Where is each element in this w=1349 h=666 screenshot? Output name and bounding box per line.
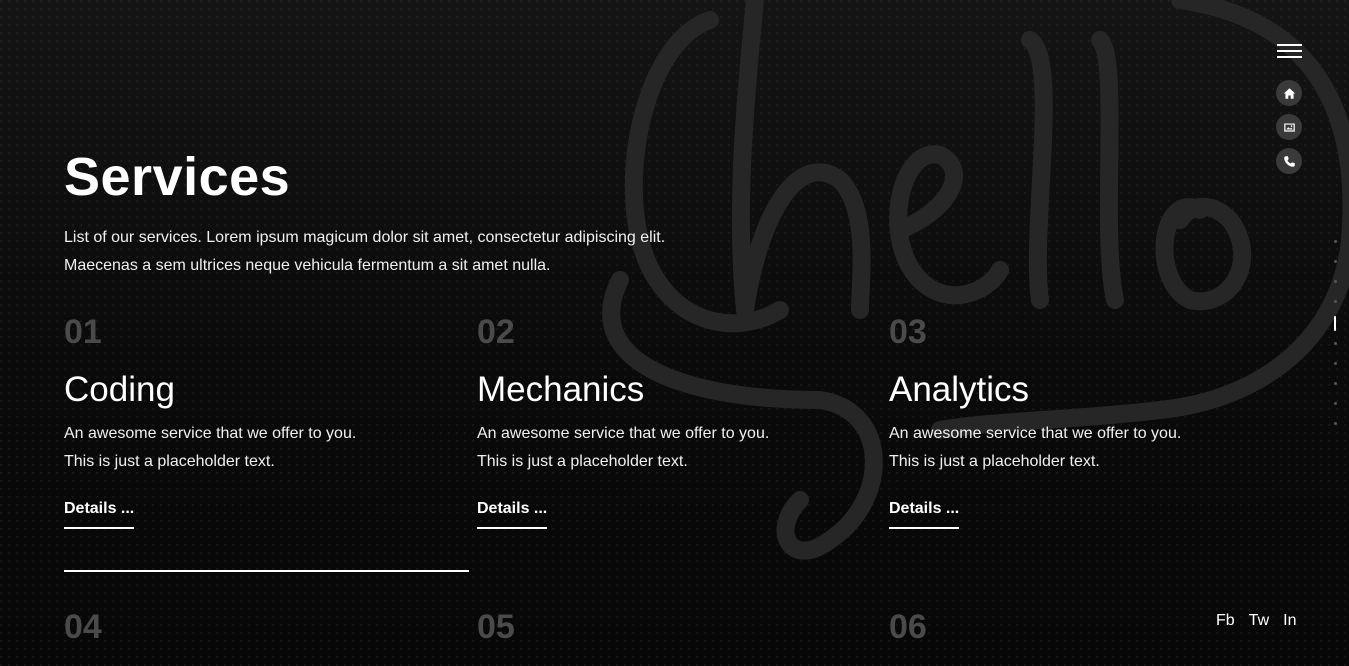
details-link-mechanics[interactable]: Details ... [477, 500, 548, 529]
service-number: 03 [889, 313, 927, 351]
service-number: 02 [477, 313, 515, 351]
section-divider [64, 570, 469, 572]
section-dot[interactable] [1334, 342, 1337, 345]
section-dot[interactable] [1334, 300, 1337, 303]
service-name: Coding [64, 370, 175, 409]
service-description-line: An awesome service that we offer to you. [64, 425, 357, 442]
service-description: An awesome service that we offer to you.… [64, 420, 464, 476]
section-dot[interactable] [1334, 260, 1337, 263]
section-dot[interactable] [1334, 280, 1337, 283]
service-name: Analytics [889, 370, 1030, 409]
facebook-link[interactable]: Fb [1216, 612, 1235, 630]
details-link-coding[interactable]: Details ... [64, 500, 135, 529]
section-dot[interactable] [1334, 382, 1337, 385]
service-description-line: This is just a placeholder text. [477, 453, 688, 470]
details-link-analytics[interactable]: Details ... [889, 500, 960, 529]
gallery-icon[interactable] [1276, 114, 1302, 140]
social-links: Fb Tw In [1216, 612, 1296, 630]
menu-line [1277, 56, 1302, 58]
home-icon[interactable] [1276, 80, 1302, 106]
service-description: An awesome service that we offer to you.… [889, 420, 1289, 476]
service-card-05: 05 [477, 607, 877, 647]
service-number: 04 [64, 608, 102, 646]
menu-line [1277, 44, 1302, 46]
service-card-mechanics: 02 Mechanics An awesome service that we … [477, 312, 877, 529]
services-page: Services List of our services. Lorem ips… [0, 0, 1349, 666]
service-description-line: An awesome service that we offer to you. [477, 425, 770, 442]
service-description: An awesome service that we offer to you.… [477, 420, 877, 476]
section-dot[interactable] [1334, 422, 1337, 425]
page-title: Services [64, 147, 291, 207]
service-number: 05 [477, 608, 515, 646]
service-number: 01 [64, 313, 102, 351]
service-card-04: 04 [64, 607, 464, 647]
service-description-line: This is just a placeholder text. [64, 453, 275, 470]
service-description-line: This is just a placeholder text. [889, 453, 1100, 470]
phone-icon[interactable] [1276, 148, 1302, 174]
linkedin-link[interactable]: In [1283, 612, 1296, 630]
service-description-line: An awesome service that we offer to you. [889, 425, 1182, 442]
section-dot[interactable] [1334, 240, 1337, 243]
twitter-link[interactable]: Tw [1249, 612, 1269, 630]
section-dot-active[interactable] [1334, 316, 1336, 331]
page-intro: List of our services. Lorem ipsum magicu… [64, 229, 666, 274]
service-card-coding: 01 Coding An awesome service that we off… [64, 312, 464, 529]
section-dot[interactable] [1334, 362, 1337, 365]
hamburger-menu-icon[interactable] [1277, 44, 1302, 60]
service-name: Mechanics [477, 370, 645, 409]
section-dot[interactable] [1334, 402, 1337, 405]
menu-line [1277, 50, 1302, 52]
service-card-analytics: 03 Analytics An awesome service that we … [889, 312, 1289, 529]
